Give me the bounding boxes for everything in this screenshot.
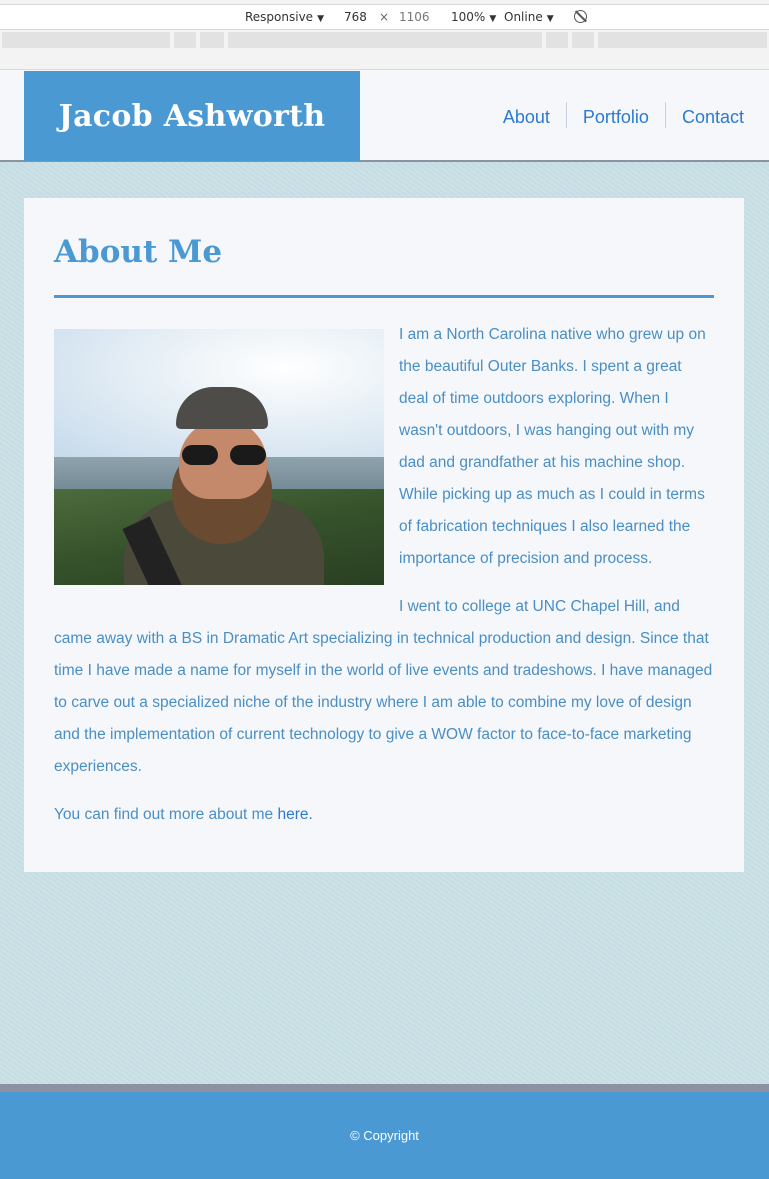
media-query-segment[interactable] [2, 32, 170, 48]
width-input[interactable]: 768 [336, 7, 375, 27]
zoom-select[interactable]: 100% ▼ [451, 10, 496, 24]
media-query-bar [2, 32, 767, 48]
device-select-label: Responsive [245, 10, 314, 24]
network-select[interactable]: Online ▼ [504, 10, 554, 24]
caret-down-icon: ▼ [317, 14, 324, 24]
media-query-segment[interactable] [228, 32, 542, 48]
about-paragraph-2: I went to college at UNC Chapel Hill, an… [54, 598, 713, 775]
about-more-text: You can find out more about me [54, 806, 278, 823]
zoom-select-label: 100% [451, 10, 486, 24]
about-card: About Me I am a North Carolina native wh… [24, 198, 744, 872]
copyright-text: © Copyright [350, 1128, 419, 1143]
nav-link-contact[interactable]: Contact [664, 102, 769, 128]
page-viewport: Jacob Ashworth About Portfolio Contact A… [0, 70, 769, 1179]
more-link[interactable]: here. [277, 806, 312, 823]
profile-photo [54, 329, 384, 585]
rotate-disabled-icon[interactable] [574, 10, 587, 23]
site-footer: © Copyright [0, 1084, 769, 1179]
photo-sunglasses [182, 445, 266, 465]
nav-link-portfolio[interactable]: Portfolio [565, 102, 665, 128]
nav-link-about[interactable]: About [487, 102, 566, 128]
media-query-segment[interactable] [200, 32, 224, 48]
main-nav: About Portfolio Contact [487, 102, 769, 130]
media-query-segment[interactable] [546, 32, 568, 48]
height-input[interactable]: 1106 [391, 7, 438, 27]
caret-down-icon: ▼ [546, 14, 554, 24]
site-title[interactable]: Jacob Ashworth [24, 71, 360, 161]
media-query-segment[interactable] [572, 32, 594, 48]
media-query-segment[interactable] [598, 32, 767, 48]
devtools-toolbar: Responsive ▼ 768 × 1106 100% ▼ Online ▼ [0, 0, 769, 70]
title-divider [54, 295, 714, 298]
about-content: I am a North Carolina native who grew up… [54, 319, 714, 847]
caret-down-icon: ▼ [489, 14, 497, 24]
device-select[interactable]: Responsive ▼ [245, 10, 324, 24]
device-toolbar-row: Responsive ▼ 768 × 1106 100% ▼ Online ▼ [0, 4, 769, 30]
page-title: About Me [54, 234, 223, 270]
times-label: × [379, 10, 390, 24]
network-select-label: Online [504, 10, 543, 24]
about-more: You can find out more about me here. [54, 799, 714, 831]
site-header: Jacob Ashworth About Portfolio Contact [0, 70, 769, 162]
media-query-segment[interactable] [174, 32, 196, 48]
